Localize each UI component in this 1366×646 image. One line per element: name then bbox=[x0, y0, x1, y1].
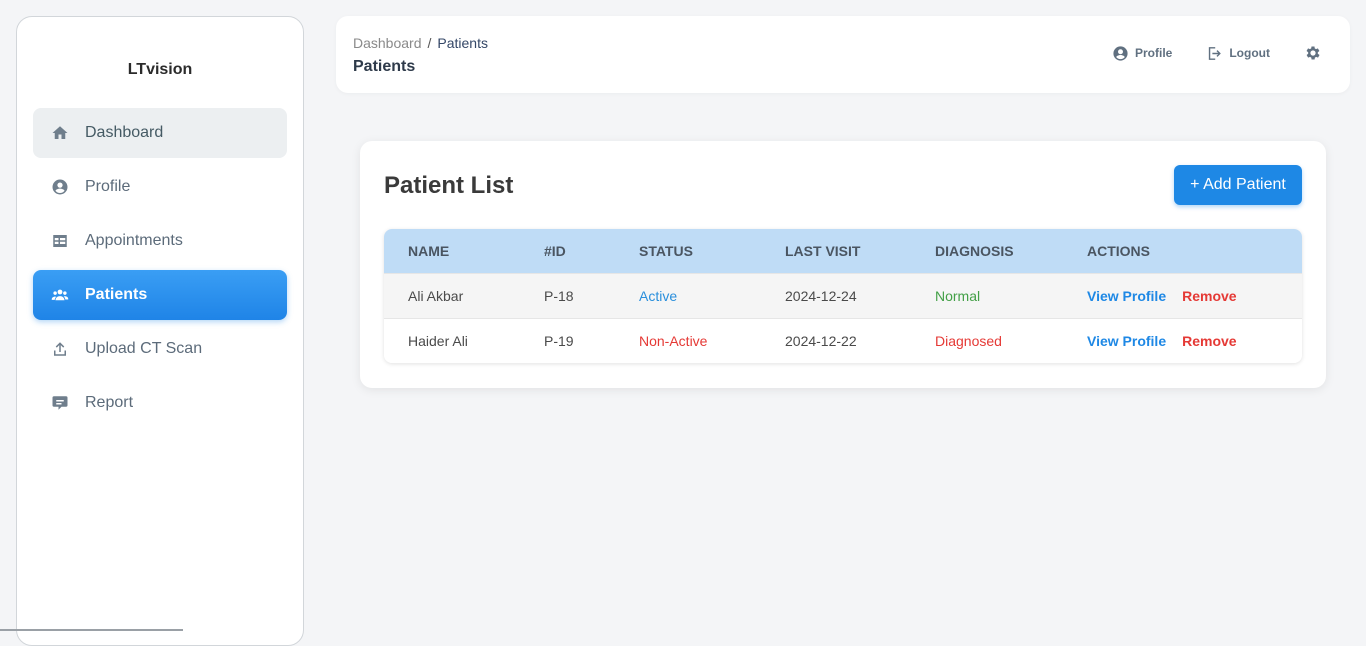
column-header-diagnosis: DIAGNOSIS bbox=[935, 243, 1014, 259]
breadcrumb-link-dashboard[interactable]: Dashboard bbox=[353, 35, 422, 51]
brand-logo: LTvision bbox=[127, 61, 193, 78]
gear-icon bbox=[1306, 46, 1320, 60]
table-header: NAME #ID STATUS LAST VISIT DIAGNOSIS ACT… bbox=[384, 229, 1302, 273]
table-row: Haider Ali P-19 Non-Active 2024-12-22 Di… bbox=[384, 318, 1302, 363]
sidebar-item-profile[interactable]: Profile bbox=[33, 162, 287, 212]
column-header-id: #ID bbox=[544, 243, 566, 259]
patient-name: Ali Akbar bbox=[408, 288, 464, 304]
patient-name: Haider Ali bbox=[408, 333, 468, 349]
add-patient-button[interactable]: + Add Patient bbox=[1174, 165, 1302, 205]
sidebar-item-label: Upload CT Scan bbox=[85, 340, 203, 357]
sidebar-item-dashboard[interactable]: Dashboard bbox=[33, 108, 287, 158]
table-icon bbox=[49, 230, 71, 252]
diagnosis: Diagnosed bbox=[935, 333, 1002, 349]
remove-link[interactable]: Remove bbox=[1182, 333, 1236, 349]
user-circle-icon bbox=[1113, 45, 1128, 61]
row-actions: View Profile Remove bbox=[1087, 288, 1237, 304]
card-title: Patient List bbox=[384, 172, 514, 199]
diagnosis: Normal bbox=[935, 288, 981, 304]
patient-list-card: Patient List + Add Patient NAME #ID STAT… bbox=[360, 141, 1326, 388]
status-badge: Non-Active bbox=[639, 333, 708, 349]
last-visit: 2024-12-24 bbox=[785, 288, 857, 304]
sidebar-item-label: Appointments bbox=[85, 232, 183, 249]
status-badge: Active bbox=[639, 288, 678, 304]
settings-button[interactable] bbox=[1304, 44, 1322, 62]
sidebar: LTvision Dashboard Profile Appointments … bbox=[16, 16, 304, 646]
sidebar-item-label: Profile bbox=[85, 178, 131, 195]
patients-table: NAME #ID STATUS LAST VISIT DIAGNOSIS ACT… bbox=[384, 229, 1302, 363]
logout-link-label: Logout bbox=[1229, 46, 1270, 60]
last-visit: 2024-12-22 bbox=[785, 333, 857, 349]
logout-link[interactable]: Logout bbox=[1206, 45, 1270, 62]
page-title: Patients bbox=[353, 58, 416, 75]
users-icon bbox=[49, 284, 71, 306]
row-actions: View Profile Remove bbox=[1087, 333, 1237, 349]
breadcrumb: Dashboard / Patients bbox=[353, 35, 488, 51]
column-header-status: STATUS bbox=[639, 243, 693, 259]
comment-icon bbox=[49, 392, 71, 414]
home-icon bbox=[49, 122, 71, 144]
patient-id: P-19 bbox=[544, 333, 574, 349]
column-header-last-visit: LAST VISIT bbox=[785, 243, 861, 259]
sidebar-item-label: Dashboard bbox=[85, 124, 164, 141]
patient-id: P-18 bbox=[544, 288, 574, 304]
breadcrumb-current: Patients bbox=[437, 35, 488, 51]
profile-link-label: Profile bbox=[1135, 46, 1173, 60]
table-row: Ali Akbar P-18 Active 2024-12-24 Normal … bbox=[384, 273, 1302, 318]
sidebar-item-report[interactable]: Report bbox=[33, 378, 287, 428]
column-header-name: NAME bbox=[408, 243, 450, 259]
profile-link[interactable]: Profile bbox=[1112, 45, 1172, 62]
top-navbar: Dashboard / Patients Patients Profile Logo… bbox=[336, 16, 1350, 93]
logout-icon bbox=[1209, 46, 1222, 60]
view-profile-link[interactable]: View Profile bbox=[1087, 288, 1166, 304]
upload-icon bbox=[49, 338, 71, 360]
user-circle-icon bbox=[49, 176, 71, 198]
column-header-actions: ACTIONS bbox=[1087, 243, 1150, 259]
breadcrumb-separator: / bbox=[427, 35, 432, 51]
top-actions: Profile Logout bbox=[1078, 44, 1322, 62]
sidebar-item-label: Report bbox=[85, 394, 134, 411]
sidebar-item-label: Patients bbox=[85, 286, 148, 303]
sidebar-item-upload-ct-scan[interactable]: Upload CT Scan bbox=[33, 324, 287, 374]
sidebar-item-patients[interactable]: Patients bbox=[33, 270, 287, 320]
view-profile-link[interactable]: View Profile bbox=[1087, 333, 1166, 349]
sidebar-item-appointments[interactable]: Appointments bbox=[33, 216, 287, 266]
remove-link[interactable]: Remove bbox=[1182, 288, 1236, 304]
